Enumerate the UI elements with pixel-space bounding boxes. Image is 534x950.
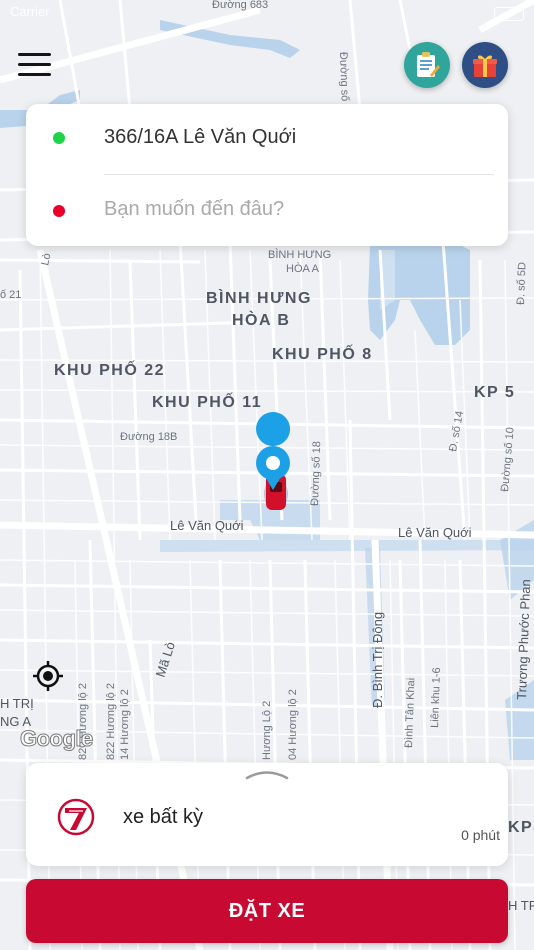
battery-icon bbox=[494, 7, 524, 21]
map-label-le-van-quoi-right: Lê Văn Quới bbox=[398, 525, 472, 540]
map-label-binh-hung-hoa-b-1: BÌNH HƯNG bbox=[206, 288, 312, 307]
map-label-duong-so-18: Đường số 18 bbox=[309, 441, 323, 506]
crosshair-icon bbox=[33, 661, 63, 691]
gift-icon bbox=[473, 55, 497, 77]
status-bar: Carrier bbox=[10, 4, 524, 22]
map-label-huong-lo-14: 14 Hương lộ 2 bbox=[119, 689, 131, 760]
menu-button[interactable] bbox=[16, 50, 54, 80]
map-label-binh-hung-hoa-a-2: HÒA A bbox=[286, 262, 320, 275]
promotion-button[interactable] bbox=[462, 42, 508, 88]
map-label-h-tri: H TRỊ bbox=[0, 696, 34, 711]
vehicle-type-name: xe bất kỳ bbox=[123, 806, 204, 828]
map-label-h-tri-bottom: H TR bbox=[508, 898, 534, 913]
map-label-dinh-tan-khai: Đình Tân Khai bbox=[403, 678, 417, 749]
map-label-kp8: KP8 bbox=[508, 819, 534, 836]
map-label-le-van-quoi-left: Lê Văn Quới bbox=[170, 518, 244, 533]
origin-address[interactable]: 366/16A Lê Văn Quới bbox=[104, 126, 296, 149]
divider bbox=[104, 174, 494, 175]
map-label-kp5: KP 5 bbox=[474, 384, 515, 401]
map-label-lien-khu: Liên khu 1-6 bbox=[429, 667, 443, 728]
map-label-lo-left: Lò bbox=[39, 252, 53, 266]
destination-dot-icon bbox=[53, 205, 65, 217]
trip-history-button[interactable] bbox=[404, 42, 450, 88]
hamburger-icon-line bbox=[18, 63, 51, 66]
map-label-huong-lo-2a: Hương Lộ 2 bbox=[261, 701, 273, 760]
my-location-button[interactable] bbox=[32, 660, 64, 692]
google-logo: Google bbox=[20, 726, 94, 752]
map-label-binh-hung-hoa-a-1: BÌNH HƯNG bbox=[268, 248, 331, 261]
map-label-binh-hung-hoa-b-2: HÒA B bbox=[232, 310, 290, 329]
map-label-khu-pho-11: KHU PHỐ 11 bbox=[152, 391, 262, 411]
book-ride-button[interactable]: ĐẶT XE bbox=[26, 879, 508, 943]
clipboard-icon bbox=[417, 52, 440, 77]
map-label-khu-pho-22: KHU PHỐ 22 bbox=[54, 359, 165, 379]
destination-input[interactable] bbox=[104, 198, 484, 221]
map-label-duong-18b: Đường 18B bbox=[120, 431, 177, 443]
map-label-so21: ố 21 bbox=[0, 289, 21, 301]
vehicle-7-logo-icon bbox=[57, 798, 95, 836]
map-label-khu-pho-8: KHU PHỐ 8 bbox=[272, 343, 373, 363]
map-label-huong-lo-2b: 04 Hương lộ 2 bbox=[287, 689, 299, 760]
origin-dot-icon bbox=[53, 132, 65, 144]
map-label-huong-lo-822: 822 Hương lộ 2 bbox=[105, 683, 117, 760]
vehicle-eta: 0 phút bbox=[461, 827, 500, 843]
map-label-binh-tri-dong: Đ. Bình Trị Đông bbox=[370, 612, 385, 708]
status-carrier: Carrier bbox=[10, 4, 50, 19]
hamburger-icon bbox=[18, 53, 51, 56]
map-label-d-so-5d: Đ. số 5D bbox=[515, 262, 528, 305]
route-input-card: 366/16A Lê Văn Quới bbox=[26, 104, 508, 246]
chevron-up-icon[interactable] bbox=[244, 765, 290, 781]
map-label-duong-so-top: Đường số bbox=[337, 52, 351, 102]
hamburger-icon-line bbox=[18, 73, 51, 76]
vehicle-selection-card[interactable]: xe bất kỳ 0 phút bbox=[26, 763, 508, 866]
